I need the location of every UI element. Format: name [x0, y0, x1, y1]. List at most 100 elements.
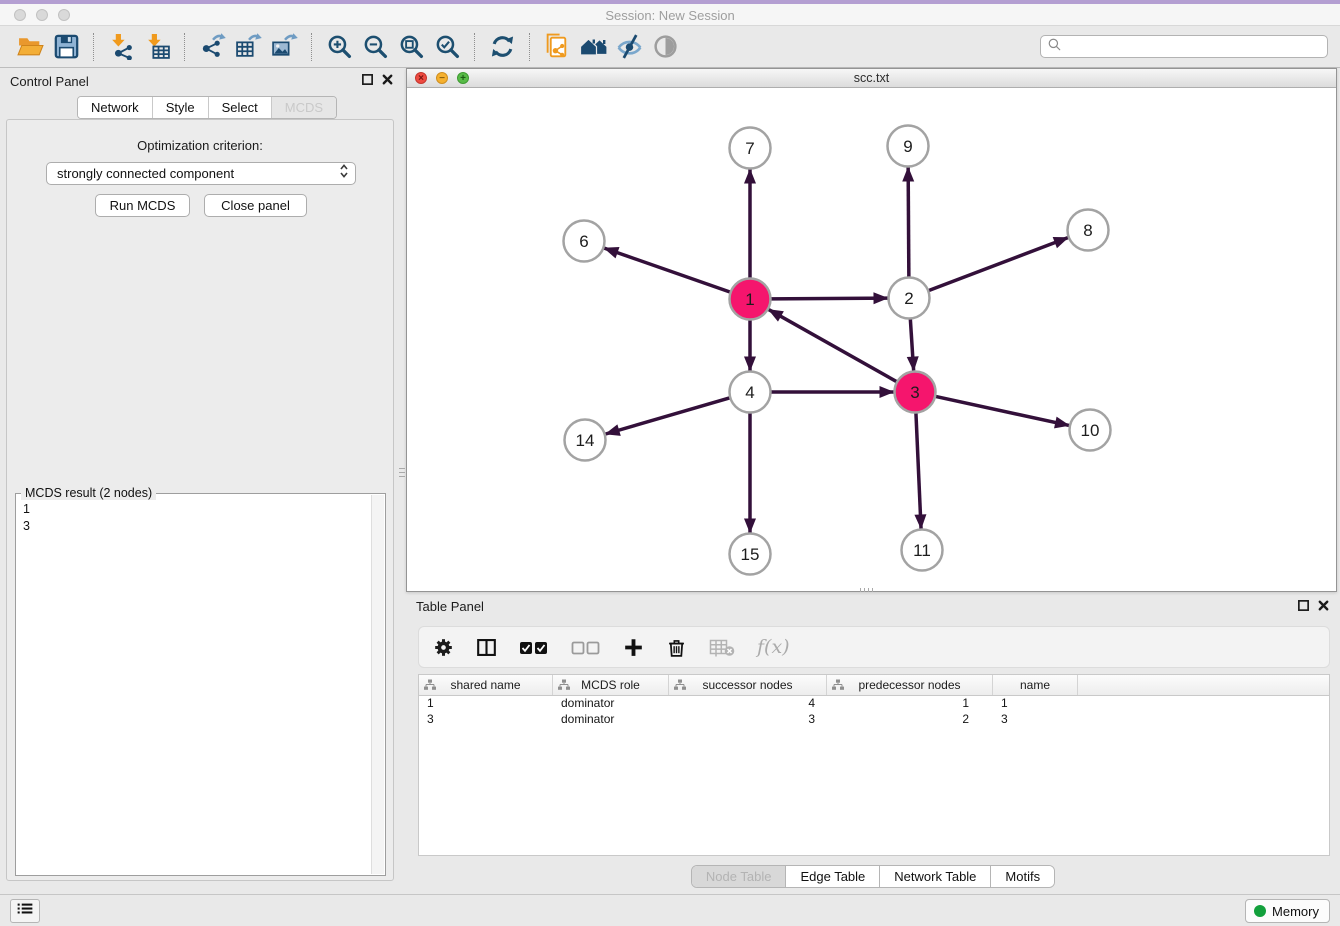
network-view-window[interactable]: × − + scc.txt 7968124314101511	[406, 68, 1337, 592]
open-session-icon[interactable]	[12, 31, 48, 63]
add-column-icon[interactable]	[623, 634, 644, 660]
toolbar-separator	[93, 33, 94, 61]
deselect-all-icon[interactable]	[571, 634, 601, 660]
close-panel-button[interactable]: Close panel	[204, 194, 307, 217]
table-cell[interactable]: 2	[827, 712, 993, 728]
column-header-successor-nodes[interactable]: successor nodes	[669, 675, 827, 695]
search-icon	[1047, 37, 1062, 57]
show-panels-icon[interactable]	[647, 31, 683, 63]
memory-button[interactable]: Memory	[1245, 899, 1330, 923]
network-window-titlebar[interactable]: × − + scc.txt	[407, 69, 1336, 88]
select-all-icon[interactable]	[519, 634, 549, 660]
mcds-result-list[interactable]: 13	[17, 497, 370, 874]
table-settings-icon[interactable]	[433, 634, 454, 660]
table-cell[interactable]: 1	[827, 696, 993, 712]
edge-2-8[interactable]	[928, 238, 1068, 291]
column-header-label: successor nodes	[702, 678, 792, 692]
tab-select[interactable]: Select	[208, 97, 271, 118]
tab-edge-table[interactable]: Edge Table	[785, 866, 879, 887]
clone-network-icon[interactable]	[539, 31, 575, 63]
tab-network[interactable]: Network	[78, 97, 152, 118]
mcds-result-group: MCDS result (2 nodes) 13	[15, 493, 386, 876]
zoom-out-icon[interactable]	[357, 31, 393, 63]
table-cell[interactable]: 3	[669, 712, 827, 728]
mcds-panel: Optimization criterion: strongly connect…	[6, 119, 394, 881]
main-titlebar[interactable]: Session: New Session	[0, 4, 1340, 26]
table-panel-title: Table Panel	[416, 599, 484, 614]
tab-motifs[interactable]: Motifs	[990, 866, 1054, 887]
column-header-shared-name[interactable]: shared name	[419, 675, 553, 695]
close-panel-icon[interactable]	[1317, 599, 1330, 612]
edge-2-3[interactable]	[910, 318, 913, 370]
result-scrollbar[interactable]	[371, 495, 384, 874]
mcds-result-node: 1	[23, 501, 370, 518]
table-cell[interactable]: 4	[669, 696, 827, 712]
close-panel-icon[interactable]	[381, 73, 394, 86]
edge-3-11[interactable]	[916, 412, 921, 528]
column-header-filler	[1078, 675, 1329, 695]
vertical-splitter-handle[interactable]	[399, 462, 405, 482]
node-label-8: 8	[1083, 221, 1092, 240]
tab-style[interactable]: Style	[152, 97, 208, 118]
control-panel-tabs: NetworkStyleSelectMCDS	[77, 96, 337, 119]
export-table-icon[interactable]	[230, 31, 266, 63]
table-cell[interactable]: 1	[419, 696, 553, 712]
edge-4-14[interactable]	[606, 398, 731, 434]
search-field[interactable]	[1040, 35, 1328, 58]
window-title: Session: New Session	[0, 8, 1340, 23]
import-table-icon[interactable]	[139, 31, 175, 63]
edge-1-6[interactable]	[604, 248, 730, 292]
table-cell[interactable]: dominator	[553, 696, 669, 712]
task-history-button[interactable]	[10, 899, 40, 923]
zoom-in-icon[interactable]	[321, 31, 357, 63]
import-network-icon[interactable]	[103, 31, 139, 63]
function-builder-label: f(x)	[757, 636, 790, 658]
apply-layout-icon[interactable]	[484, 31, 520, 63]
column-header-MCDS-role[interactable]: MCDS role	[553, 675, 669, 695]
delete-table-icon[interactable]	[709, 634, 735, 660]
float-panel-icon[interactable]	[361, 73, 374, 86]
edge-3-1[interactable]	[769, 310, 897, 382]
zoom-selected-icon[interactable]	[429, 31, 465, 63]
control-panel-header: Control Panel	[0, 68, 400, 94]
table-cell[interactable]: 3	[993, 712, 1078, 728]
float-panel-icon[interactable]	[1297, 599, 1310, 612]
table-row[interactable]: 3dominator323	[419, 712, 1329, 728]
toggle-panel-icon[interactable]	[476, 634, 497, 660]
tab-node-table[interactable]: Node Table	[692, 866, 786, 887]
control-panel-title: Control Panel	[10, 74, 89, 89]
export-network-icon[interactable]	[194, 31, 230, 63]
table-cell[interactable]: 1	[993, 696, 1078, 712]
column-header-name[interactable]: name	[993, 675, 1078, 695]
save-session-icon[interactable]	[48, 31, 84, 63]
run-mcds-button[interactable]: Run MCDS	[95, 194, 190, 217]
criterion-value: strongly connected component	[57, 166, 339, 181]
node-table[interactable]: shared name MCDS role successor nodes prede…	[418, 674, 1330, 856]
table-cell[interactable]: dominator	[553, 712, 669, 728]
optimization-criterion-select[interactable]: strongly connected component	[46, 162, 356, 185]
zoom-fit-icon[interactable]	[393, 31, 429, 63]
edge-2-9[interactable]	[908, 167, 909, 277]
session-home-icon[interactable]	[575, 31, 611, 63]
delete-column-icon[interactable]	[666, 634, 687, 660]
search-input[interactable]	[1062, 39, 1327, 54]
table-row[interactable]: 1dominator411	[419, 696, 1329, 712]
list-menu-icon	[16, 901, 34, 921]
table-cell[interactable]: 3	[419, 712, 553, 728]
network-canvas[interactable]: 7968124314101511	[407, 89, 1336, 592]
toolbar-icon-groups	[12, 31, 683, 63]
column-header-label: shared name	[450, 678, 520, 692]
toolbar-separator	[184, 33, 185, 61]
export-image-icon[interactable]	[266, 31, 302, 63]
node-label-7: 7	[745, 139, 754, 158]
edge-3-10[interactable]	[935, 396, 1069, 425]
column-header-predecessor-nodes[interactable]: predecessor nodes	[827, 675, 993, 695]
toolbar-separator	[474, 33, 475, 61]
tab-mcds[interactable]: MCDS	[271, 97, 336, 118]
tab-network-table[interactable]: Network Table	[879, 866, 990, 887]
edge-1-2[interactable]	[770, 298, 887, 299]
node-label-2: 2	[904, 289, 913, 308]
function-builder-button[interactable]: f(x)	[757, 634, 790, 660]
memory-status-dot	[1254, 905, 1266, 917]
hide-panels-icon[interactable]	[611, 31, 647, 63]
